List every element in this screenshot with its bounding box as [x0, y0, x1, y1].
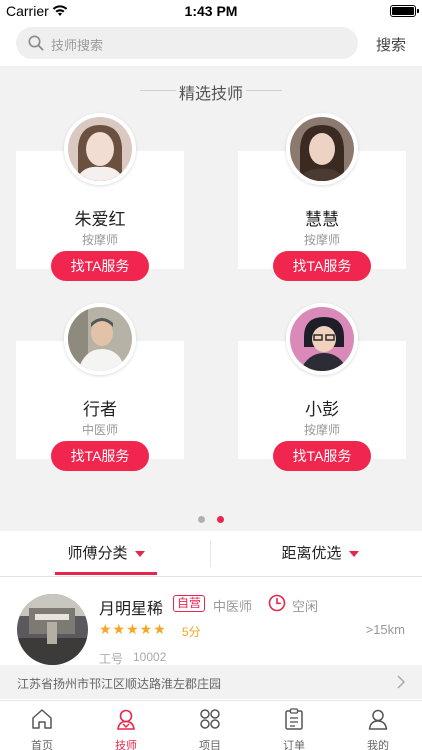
bottom-nav: 首页 技师 项目 订单 我的 — [0, 700, 422, 750]
technician-role: 按摩师 — [303, 423, 340, 437]
filter-divider — [210, 541, 211, 567]
nav-item-technician[interactable]: 技师 — [84, 701, 168, 750]
clock-icon — [268, 594, 286, 612]
technician-name: 月明星稀 — [99, 601, 164, 618]
technician-name: 行者 — [83, 400, 117, 419]
filter-tab-category[interactable]: 师傅分类 — [55, 531, 157, 577]
home-icon — [32, 709, 52, 729]
status-bar: Carrier 1:43 PM — [0, 0, 422, 22]
address-text: 江苏省扬州市邗江区顺达路淮左郡庄园 — [17, 677, 222, 691]
nav-item-orders[interactable]: 订单 — [252, 701, 336, 750]
user-icon — [368, 709, 388, 730]
nav-label: 技师 — [115, 740, 137, 750]
filter-label: 师傅分类 — [67, 545, 128, 562]
book-technician-button[interactable]: 找TA服务 — [273, 441, 371, 471]
page-dot[interactable] — [198, 516, 205, 523]
filter-tab-distance[interactable]: 距离优选 — [270, 531, 370, 577]
technician-role: 按摩师 — [303, 233, 340, 247]
technician-card[interactable]: 行者 中医师 找TA服务 — [16, 303, 184, 471]
nav-label: 首页 — [31, 740, 53, 750]
technician-role: 按摩师 — [81, 233, 118, 247]
battery-icon — [390, 5, 419, 17]
rating-score: 5分 — [182, 625, 201, 639]
avatar[interactable] — [64, 303, 136, 375]
book-technician-button[interactable]: 找TA服务 — [51, 251, 149, 281]
list-item[interactable]: 月明星稀 自营 中医师 空闲 ★★★★★ 5分 >15km 工号 10002 — [0, 577, 422, 667]
search-icon — [28, 35, 44, 51]
technician-name: 慧慧 — [305, 210, 339, 229]
search-input[interactable]: 技师搜索 — [16, 27, 358, 59]
avatar[interactable] — [64, 113, 136, 185]
nav-item-mine[interactable]: 我的 — [336, 701, 420, 750]
book-technician-button[interactable]: 找TA服务 — [51, 441, 149, 471]
carousel-page-indicator — [0, 510, 422, 528]
search-placeholder: 技师搜索 — [51, 38, 104, 53]
chevron-right-icon — [397, 675, 406, 689]
star-rating: ★★★★★ — [99, 621, 167, 637]
employee-id-value: 10002 — [133, 650, 167, 664]
avatar[interactable] — [286, 113, 358, 185]
technician-card[interactable]: 慧慧 按摩师 找TA服务 — [238, 113, 406, 281]
clock-time: 1:43 PM — [184, 3, 238, 19]
technician-name: 小彭 — [305, 400, 339, 419]
technician-role: 中医师 — [213, 599, 253, 614]
caret-down-icon — [134, 551, 145, 558]
filter-label: 距离优选 — [281, 545, 342, 562]
grid-icon — [200, 709, 220, 729]
caret-down-icon — [348, 551, 359, 558]
technician-card[interactable]: 小彭 按摩师 找TA服务 — [238, 303, 406, 471]
nav-item-projects[interactable]: 项目 — [168, 701, 252, 750]
address-row[interactable]: 江苏省扬州市邗江区顺达路淮左郡庄园 — [0, 665, 422, 699]
book-technician-button[interactable]: 找TA服务 — [273, 251, 371, 281]
search-button[interactable]: 搜索 — [376, 34, 406, 55]
search-bar: 技师搜索 搜索 — [0, 22, 422, 66]
availability-status: 空闲 — [292, 599, 319, 614]
technician-role: 中医师 — [81, 423, 118, 437]
filter-bar: 师傅分类 距离优选 — [0, 531, 422, 577]
nav-item-home[interactable]: 首页 — [0, 701, 84, 750]
featured-technicians: 精选技师 朱爱红 按摩师 找TA服务 慧慧 按摩师 找TA服务 行者 中医师 找… — [0, 66, 422, 531]
nav-label: 我的 — [367, 740, 389, 750]
technician-name: 朱爱红 — [74, 210, 126, 229]
distance: >15km — [365, 622, 405, 637]
avatar[interactable] — [17, 594, 88, 665]
page-dot-active[interactable] — [217, 516, 224, 523]
self-operated-badge: 自营 — [173, 595, 206, 612]
section-title: 精选技师 — [0, 80, 422, 104]
nav-label: 项目 — [199, 740, 221, 750]
nav-label: 订单 — [283, 740, 305, 750]
technician-card[interactable]: 朱爱红 按摩师 找TA服务 — [16, 113, 184, 281]
clipboard-icon — [285, 708, 303, 730]
avatar[interactable] — [286, 303, 358, 375]
technician-icon — [117, 709, 135, 730]
